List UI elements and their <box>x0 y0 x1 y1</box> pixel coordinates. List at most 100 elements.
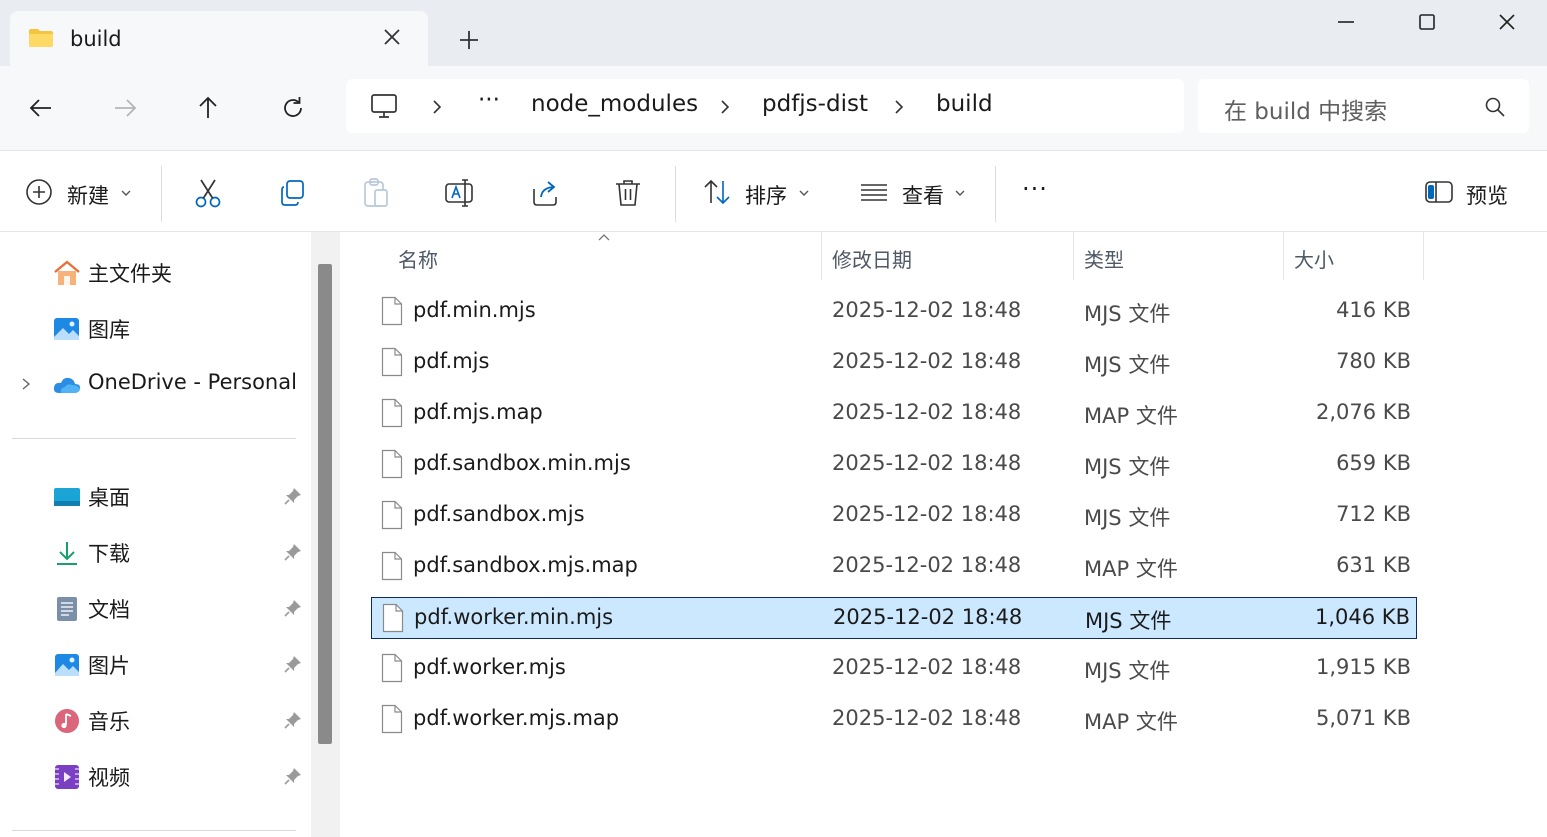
sidebar-item-videos[interactable]: 视频 <box>0 754 310 798</box>
table-row[interactable]: pdf.sandbox.mjs.map 2025-12-02 18:48 MAP 文… <box>371 546 1417 588</box>
copy-icon[interactable] <box>278 178 308 208</box>
pin-icon[interactable] <box>283 598 303 618</box>
cut-icon[interactable] <box>193 177 223 209</box>
delete-icon[interactable] <box>613 177 643 209</box>
table-row[interactable]: pdf.worker.mjs.map 2025-12-02 18:48 MAP 文件… <box>371 699 1417 741</box>
table-row[interactable]: pdf.min.mjs 2025-12-02 18:48 MJS 文件 416 KB <box>371 291 1417 333</box>
column-header-date[interactable]: 修改日期 <box>832 244 912 273</box>
table-row[interactable]: pdf.mjs.map 2025-12-02 18:48 MAP 文件 2,076 K… <box>371 393 1417 435</box>
file-name: pdf.worker.min.mjs <box>414 605 614 629</box>
plus-icon[interactable] <box>456 27 482 53</box>
breadcrumb-item[interactable]: pdfjs-dist <box>762 91 868 117</box>
preview-pane-icon <box>1425 181 1453 203</box>
more-options-button[interactable]: ··· <box>1022 175 1048 203</box>
column-divider[interactable] <box>1073 232 1074 280</box>
pictures-icon <box>55 654 79 676</box>
file-icon <box>381 500 403 530</box>
column-header-name[interactable]: 名称 <box>398 244 438 273</box>
forward-arrow-icon[interactable] <box>111 94 139 122</box>
column-divider[interactable] <box>1423 232 1424 280</box>
pin-icon[interactable] <box>283 766 303 786</box>
search-box[interactable]: 在 build 中搜索 <box>1198 79 1529 133</box>
file-name: pdf.mjs <box>413 349 490 373</box>
videos-icon <box>55 765 79 789</box>
sidebar-item-label: 文档 <box>88 598 130 622</box>
close-tab-icon[interactable] <box>380 25 404 49</box>
pin-icon[interactable] <box>283 654 303 674</box>
sidebar-item-label: 主文件夹 <box>88 262 172 286</box>
table-row[interactable]: pdf.sandbox.min.mjs 2025-12-02 18:48 MJS 文… <box>371 444 1417 486</box>
divider <box>675 166 676 222</box>
breadcrumb-item[interactable]: node_modules <box>531 91 698 117</box>
file-type: MJS 文件 <box>1084 353 1171 377</box>
file-date: 2025-12-02 18:48 <box>832 553 1022 577</box>
chevron-right-icon <box>895 100 904 114</box>
home-icon <box>54 260 80 285</box>
file-type: MAP 文件 <box>1084 557 1178 581</box>
search-placeholder: 在 build 中搜索 <box>1224 99 1388 125</box>
view-button[interactable]: 查看 <box>859 175 969 209</box>
share-icon[interactable] <box>529 177 561 209</box>
tab-build[interactable]: build <box>10 11 428 66</box>
sidebar-item-gallery[interactable]: 图库 <box>0 306 310 350</box>
sidebar-item-label: 图片 <box>88 654 130 678</box>
breadcrumb-overflow[interactable]: ··· <box>478 87 500 113</box>
up-arrow-icon[interactable] <box>194 94 222 122</box>
search-icon[interactable] <box>1484 96 1506 118</box>
file-type: MJS 文件 <box>1084 506 1171 530</box>
file-size: 416 KB <box>1336 298 1411 322</box>
sidebar-item-desktop[interactable]: 桌面 <box>0 474 310 518</box>
file-type: MJS 文件 <box>1084 455 1171 479</box>
paste-icon[interactable] <box>361 177 391 209</box>
desktop-icon <box>54 488 80 506</box>
file-type: MJS 文件 <box>1084 302 1171 326</box>
table-row[interactable]: pdf.mjs 2025-12-02 18:48 MJS 文件 780 KB <box>371 342 1417 384</box>
sort-ascending-icon <box>598 234 610 241</box>
new-button[interactable]: 新建 <box>24 175 136 209</box>
sidebar-item-home[interactable]: 主文件夹 <box>0 250 310 294</box>
chevron-down-icon <box>955 190 965 196</box>
sidebar-scrollbar-thumb[interactable] <box>318 264 332 744</box>
sidebar-item-documents[interactable]: 文档 <box>0 586 310 630</box>
tab-title: build <box>70 27 122 51</box>
minimize-icon[interactable] <box>1334 10 1358 34</box>
address-bar[interactable]: ··· node_modules pdfjs-dist build <box>346 79 1184 133</box>
sidebar-item-pictures[interactable]: 图片 <box>0 642 310 686</box>
maximize-icon[interactable] <box>1415 10 1439 34</box>
onedrive-cloud-icon <box>53 377 81 393</box>
sidebar-item-onedrive[interactable]: OneDrive - Personal <box>0 362 310 406</box>
chevron-down-icon <box>799 190 809 196</box>
pin-icon[interactable] <box>283 710 303 730</box>
this-pc-icon[interactable] <box>370 93 398 119</box>
column-divider[interactable] <box>821 232 822 280</box>
file-icon <box>381 398 403 428</box>
chevron-right-icon <box>433 100 442 114</box>
pin-icon[interactable] <box>283 486 303 506</box>
sort-button[interactable]: 排序 <box>702 175 812 209</box>
pin-icon[interactable] <box>283 542 303 562</box>
file-date: 2025-12-02 18:48 <box>832 400 1022 424</box>
file-size: 712 KB <box>1336 502 1411 526</box>
close-icon[interactable] <box>1495 10 1519 34</box>
sidebar-item-label: 下载 <box>88 542 130 566</box>
table-row[interactable]: pdf.worker.mjs 2025-12-02 18:48 MJS 文件 1,91… <box>371 648 1417 690</box>
download-icon <box>57 542 77 565</box>
sort-icon <box>704 179 730 205</box>
sidebar-item-label: 音乐 <box>88 710 130 734</box>
column-header-type[interactable]: 类型 <box>1084 244 1124 273</box>
table-row-selected[interactable]: pdf.worker.min.mjs 2025-12-02 18:48 MJS 文件… <box>371 597 1417 639</box>
sidebar-item-downloads[interactable]: 下载 <box>0 530 310 574</box>
chevron-right-icon[interactable] <box>20 377 32 391</box>
navigation-pane: 主文件夹 图库 OneDrive - Personal 桌面 下载 文档 图片 … <box>0 232 340 837</box>
column-header-size[interactable]: 大小 <box>1294 244 1334 273</box>
file-name: pdf.worker.mjs <box>413 655 566 679</box>
table-row[interactable]: pdf.sandbox.mjs 2025-12-02 18:48 MJS 文件 712… <box>371 495 1417 537</box>
add-circle-icon <box>26 179 52 205</box>
column-divider[interactable] <box>1283 232 1284 280</box>
sidebar-item-music[interactable]: 音乐 <box>0 698 310 742</box>
rename-icon[interactable] <box>444 177 476 209</box>
preview-button[interactable]: 预览 <box>1424 175 1514 209</box>
back-arrow-icon[interactable] <box>27 94 55 122</box>
breadcrumb-item-current[interactable]: build <box>936 91 993 117</box>
refresh-icon[interactable] <box>279 94 307 122</box>
